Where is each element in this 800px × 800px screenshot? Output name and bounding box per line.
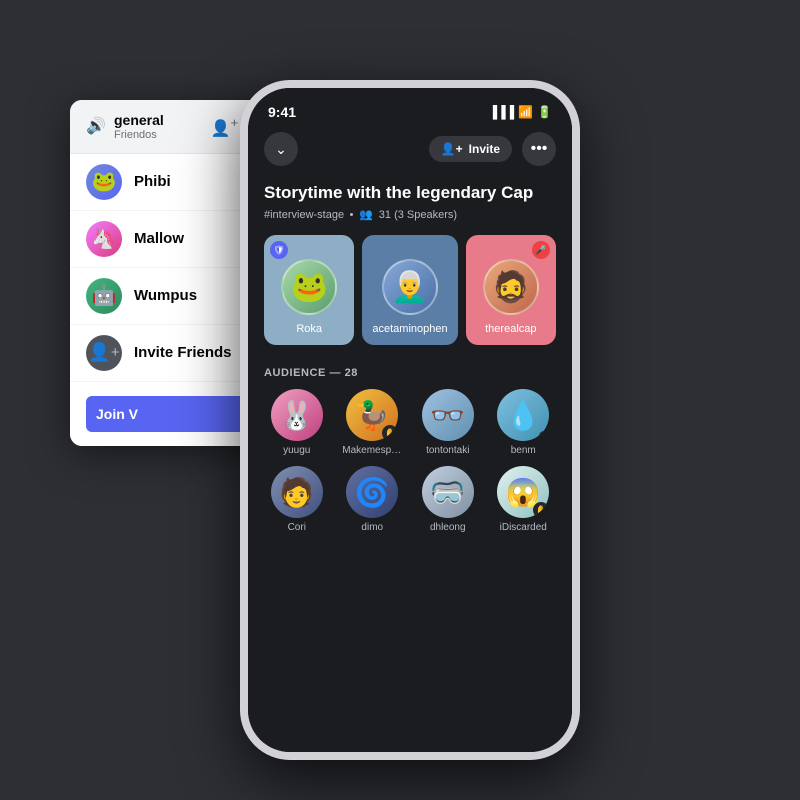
audience-member-tontontaki[interactable]: 👓 tontontaki	[415, 389, 481, 456]
stage-title: Storytime with the legendary Cap	[264, 182, 556, 204]
member-name: dimo	[361, 522, 383, 533]
avatar: 😱✋	[497, 466, 549, 518]
popup-server-name: Friendos	[114, 129, 164, 141]
separator-dot	[350, 213, 353, 216]
audience-member-cori[interactable]: 🧑 Cori	[264, 466, 330, 533]
avatar: 🐸	[86, 164, 122, 200]
listener-count: 31 (3 Speakers)	[379, 209, 457, 221]
avatar: 👓	[422, 389, 474, 441]
phone-notch	[350, 88, 470, 114]
avatar: 🧔	[483, 259, 539, 315]
popup-channel-name: general	[114, 112, 164, 129]
stage-actions: 👤+ Invite •••	[429, 132, 556, 166]
audience-member-benm[interactable]: 💧 benm	[491, 389, 557, 456]
speaker-name: Roka	[296, 323, 322, 335]
audience-member-dhleong[interactable]: 🥽 dhleong	[415, 466, 481, 533]
avatar: 🦆✋	[346, 389, 398, 441]
audience-grid: 🐰 yuugu 🦆✋ Makemespe... 👓 tontontaki 💧 b…	[264, 389, 556, 533]
avatar: 💧	[497, 389, 549, 441]
collapse-button[interactable]: ⌄	[264, 132, 298, 166]
speaker-card-roka[interactable]: 🛡 🐸 Roka	[264, 235, 354, 345]
stage-channel: #interview-stage	[264, 209, 344, 221]
member-name: iDiscarded	[500, 522, 547, 533]
avatar: 👤+	[86, 335, 122, 371]
popup-header-left: 🔊 general Friendos	[86, 112, 201, 141]
speaker-name: therealcap	[485, 323, 536, 335]
member-name: Cori	[288, 522, 306, 533]
speaker-card-therealcap[interactable]: 🎤 🧔 therealcap	[466, 235, 556, 345]
phone-mockup: 9:41 ▐▐▐ 📶 🔋 ⌄ 👤+ Invite ••• Storytime w…	[240, 80, 580, 760]
invite-friends-label[interactable]: Invite Friends	[134, 344, 232, 361]
member-name: yuugu	[283, 445, 310, 456]
member-name: Wumpus	[134, 287, 197, 304]
audience-label: AUDIENCE — 28	[264, 367, 556, 379]
avatar: 👨‍🦳	[382, 259, 438, 315]
speaker-card-acetaminophen[interactable]: 👨‍🦳 acetaminophen	[362, 235, 457, 345]
speakers-grid: 🛡 🐸 Roka 👨‍🦳 acetaminophen 🎤 🧔 therealca…	[248, 225, 572, 355]
stage-info: Storytime with the legendary Cap #interv…	[248, 174, 572, 225]
hand-raise-badge: ✋	[382, 425, 398, 441]
avatar: 🤖	[86, 278, 122, 314]
online-indicator	[539, 431, 549, 441]
wifi-icon: 📶	[518, 105, 533, 119]
status-time: 9:41	[268, 104, 296, 120]
speaker-name: acetaminophen	[372, 323, 447, 335]
audience-member-yuugu[interactable]: 🐰 yuugu	[264, 389, 330, 456]
invite-button[interactable]: 👤+ Invite	[429, 136, 512, 162]
status-icons: ▐▐▐ 📶 🔋	[489, 105, 552, 119]
speaker-icon: 🔊	[86, 116, 106, 136]
signal-icon: ▐▐▐	[489, 105, 515, 119]
avatar: 🧑	[271, 466, 323, 518]
invite-icon: 👤+	[441, 142, 463, 156]
audience-icon: 👥	[359, 208, 373, 221]
more-options-button[interactable]: •••	[522, 132, 556, 166]
member-name: benm	[511, 445, 536, 456]
stage-header: ⌄ 👤+ Invite •••	[248, 124, 572, 174]
member-name: Phibi	[134, 173, 171, 190]
audience-section: AUDIENCE — 28 🐰 yuugu 🦆✋ Makemespe... 👓 …	[248, 355, 572, 533]
member-name: Mallow	[134, 230, 184, 247]
hand-raise-badge: ✋	[533, 502, 549, 518]
audience-member-makemespe[interactable]: 🦆✋ Makemespe...	[340, 389, 406, 456]
popup-channel-info: general Friendos	[114, 112, 164, 141]
member-name: dhleong	[430, 522, 466, 533]
battery-icon: 🔋	[537, 105, 552, 119]
stage-meta: #interview-stage 👥 31 (3 Speakers)	[264, 208, 556, 221]
avatar: 🥽	[422, 466, 474, 518]
avatar: 🌀	[346, 466, 398, 518]
avatar: 🐰	[271, 389, 323, 441]
phone-screen: 9:41 ▐▐▐ 📶 🔋 ⌄ 👤+ Invite ••• Storytime w…	[248, 88, 572, 752]
avatar: 🦄	[86, 221, 122, 257]
member-name: Makemespe...	[342, 445, 402, 456]
audience-member-idiscarded[interactable]: 😱✋ iDiscarded	[491, 466, 557, 533]
add-user-icon[interactable]: 👤+	[211, 115, 239, 138]
mod-badge: 🛡	[270, 241, 288, 259]
member-name: tontontaki	[426, 445, 469, 456]
avatar: 🐸	[281, 259, 337, 315]
mute-badge: 🎤	[532, 241, 550, 259]
invite-label: Invite	[469, 142, 500, 156]
audience-member-dimo[interactable]: 🌀 dimo	[340, 466, 406, 533]
